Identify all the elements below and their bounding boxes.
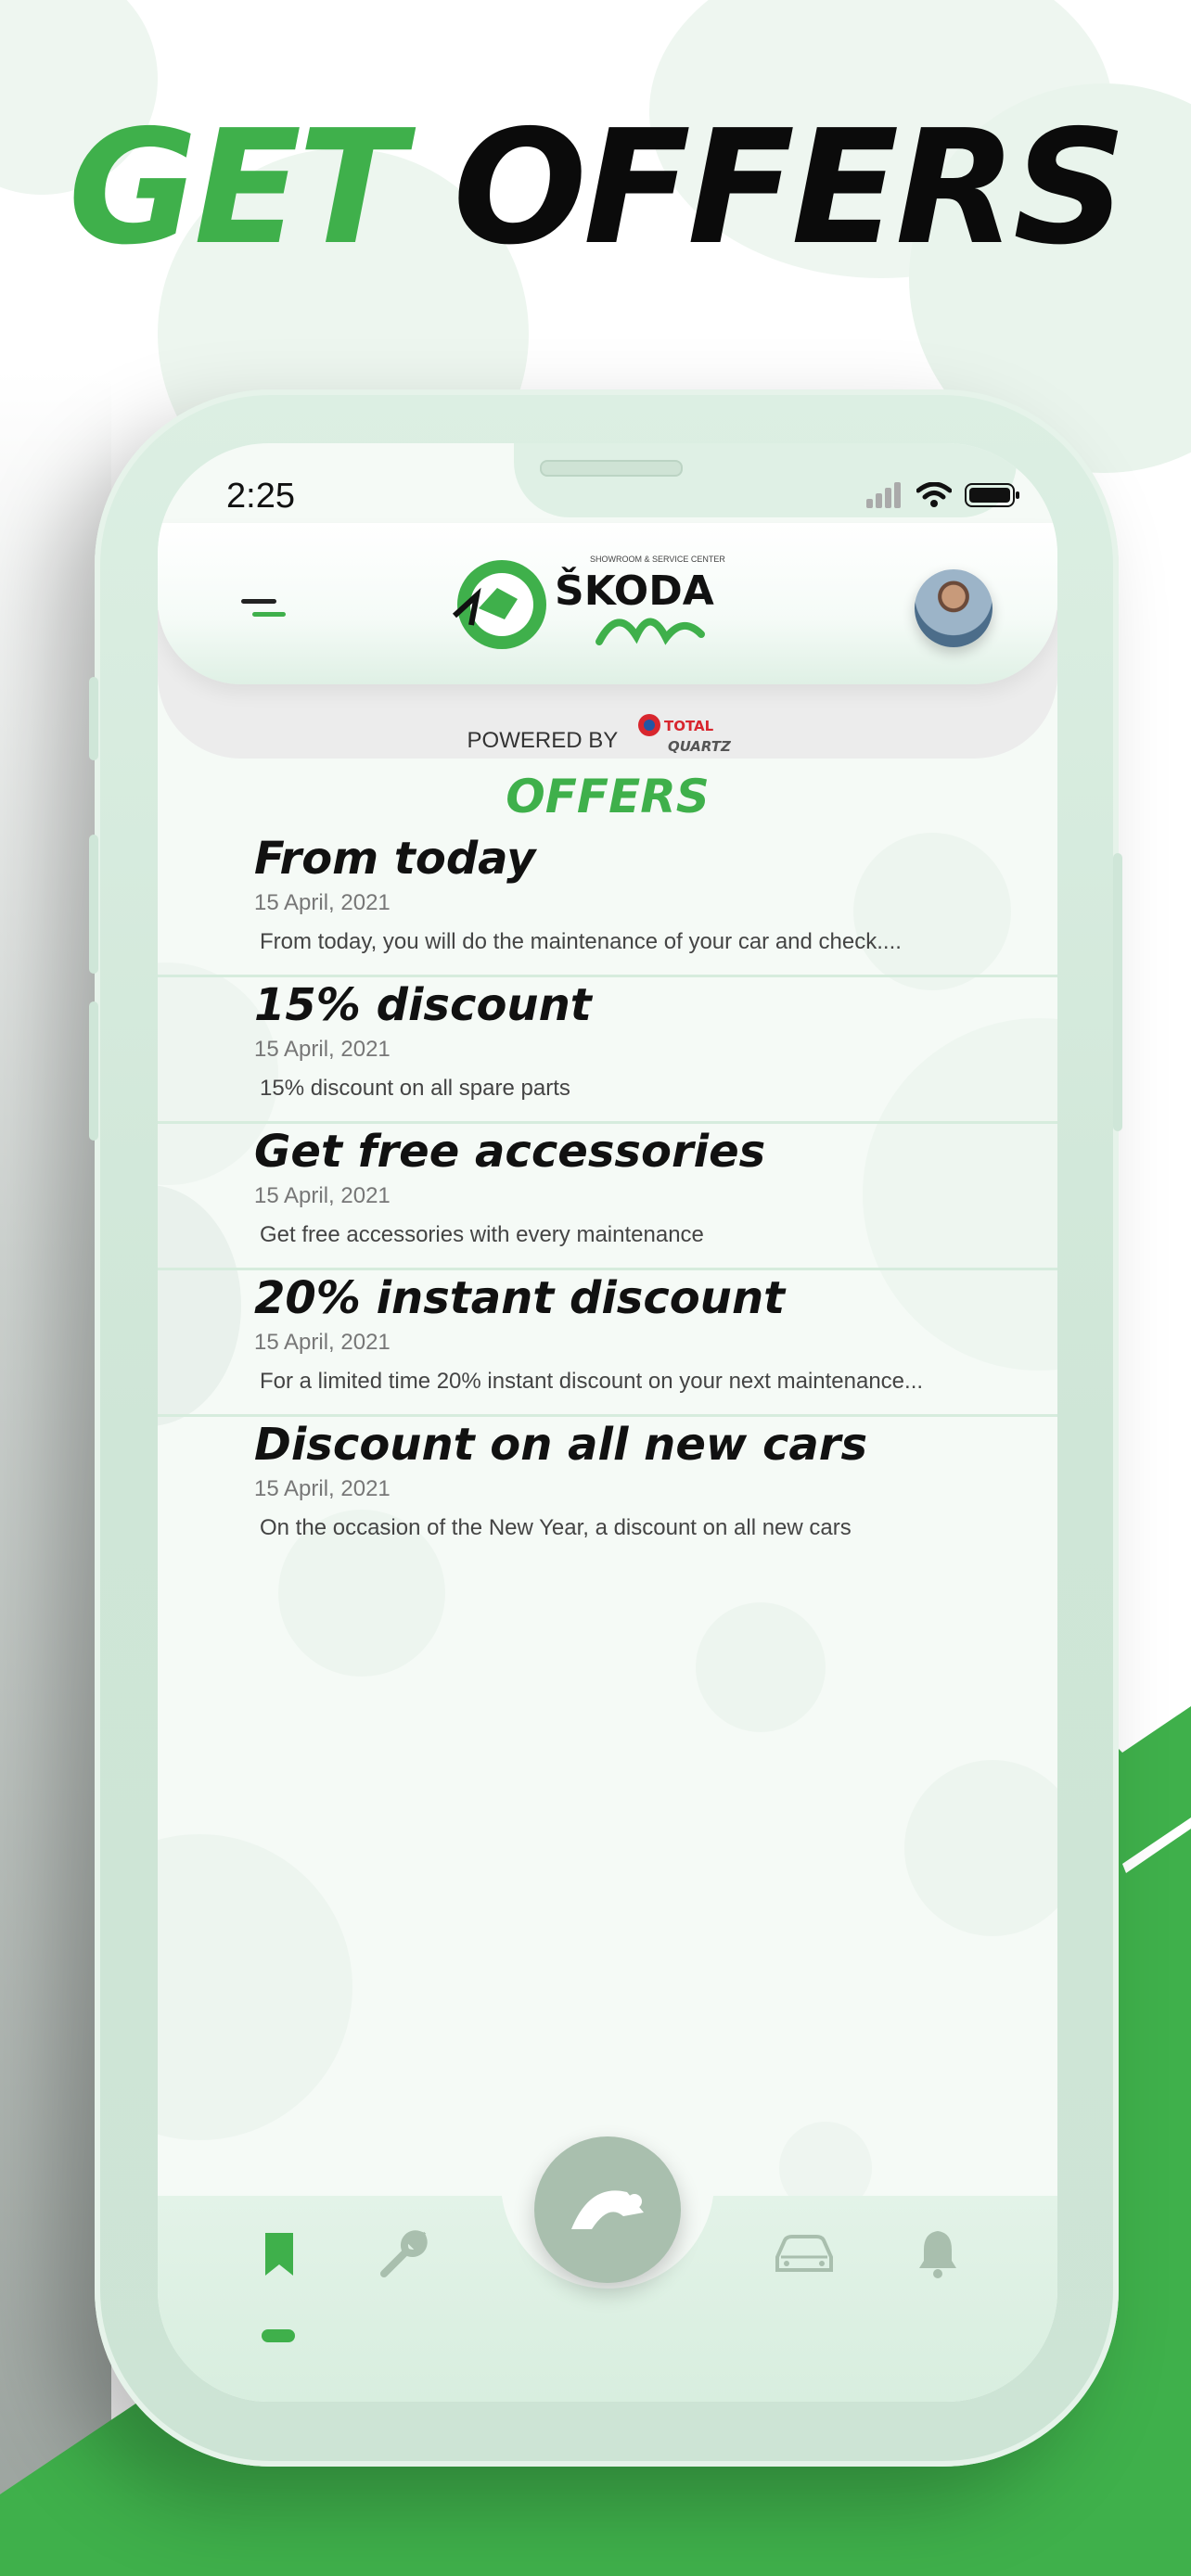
signal-icon: [866, 482, 901, 508]
offer-title: Discount on all new cars: [254, 1419, 868, 1471]
status-time: 2:25: [226, 477, 295, 516]
offer-title: Get free accessories: [254, 1126, 766, 1178]
wifi-icon: [916, 482, 952, 507]
offer-description: From today, you will do the maintenance …: [260, 929, 902, 954]
svg-text:QUARTZ: QUARTZ: [668, 738, 732, 755]
battery-icon: [965, 483, 1019, 507]
status-icons: [866, 482, 1020, 508]
app-header: ŠKODA SHOWROOM & SERVICE CENTER: [158, 523, 1057, 684]
offer-description: For a limited time 20% instant discount …: [260, 1369, 924, 1394]
offer-description: 15% discount on all spare parts: [260, 1076, 570, 1101]
logo-wordmark: ŠKODA: [555, 566, 714, 615]
bookmark-icon[interactable]: [263, 2231, 295, 2277]
volume-up-button: [89, 677, 98, 760]
wrench-icon[interactable]: [378, 2229, 429, 2279]
svg-text:TOTAL: TOTAL: [664, 718, 714, 734]
home-button[interactable]: [534, 2136, 681, 2283]
offer-item[interactable]: 15% discount 15 April, 2021 15% discount…: [158, 977, 1057, 1124]
offers-list: From today 15 April, 2021 From today, yo…: [158, 831, 1057, 1563]
powered-by: POWERED BY TOTAL QUARTZ: [158, 712, 1057, 771]
car-icon[interactable]: [772, 2233, 837, 2276]
app-screen: 2:25 ŠKODA SHOWROOM & SERVICE CENTER POW…: [158, 443, 1057, 2402]
menu-icon[interactable]: [241, 597, 288, 621]
skoda-logo: ŠKODA SHOWROOM & SERVICE CENTER: [452, 555, 725, 649]
offer-description: On the occasion of the New Year, a disco…: [260, 1515, 852, 1540]
offer-item[interactable]: From today 15 April, 2021 From today, yo…: [158, 831, 1057, 977]
offer-title: 15% discount: [254, 979, 592, 1031]
volume-down-button: [89, 835, 98, 974]
avatar[interactable]: [915, 569, 992, 647]
offer-date: 15 April, 2021: [254, 1476, 391, 1501]
mute-switch: [89, 1001, 98, 1141]
offer-item[interactable]: 20% instant discount 15 April, 2021 For …: [158, 1270, 1057, 1417]
active-tab-indicator: [262, 2329, 295, 2342]
offer-description: Get free accessories with every maintena…: [260, 1222, 704, 1247]
bell-icon[interactable]: [916, 2227, 959, 2279]
logo-subtext: SHOWROOM & SERVICE CENTER: [590, 555, 725, 564]
speaker-grille: [540, 460, 683, 477]
offer-date: 15 April, 2021: [254, 1330, 391, 1355]
offer-date: 15 April, 2021: [254, 890, 391, 915]
power-button: [1113, 853, 1122, 1131]
offer-title: From today: [254, 833, 536, 885]
powered-by-label: POWERED BY: [467, 727, 618, 753]
skoda-logo-icon: [571, 2190, 644, 2229]
offer-item[interactable]: Discount on all new cars 15 April, 2021 …: [158, 1417, 1057, 1563]
total-quartz-logo-icon: TOTAL QUARTZ: [638, 714, 732, 755]
page-title: OFFERS: [506, 770, 710, 823]
offer-date: 15 April, 2021: [254, 1037, 391, 1062]
offer-item[interactable]: Get free accessories 15 April, 2021 Get …: [158, 1124, 1057, 1270]
offer-date: 15 April, 2021: [254, 1183, 391, 1208]
headline-part1: GET: [68, 96, 405, 280]
promo-headline: GET OFFERS: [0, 109, 1191, 267]
offer-title: 20% instant discount: [254, 1272, 786, 1324]
headline-part2: OFFERS: [453, 96, 1126, 280]
